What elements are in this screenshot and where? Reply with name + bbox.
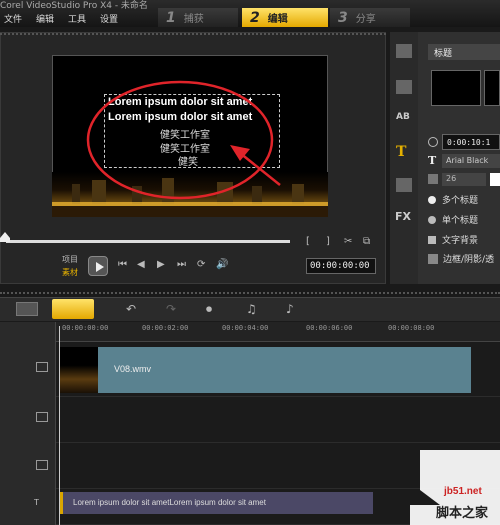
media-icon[interactable] bbox=[396, 44, 412, 58]
menu-edit[interactable]: 编辑 bbox=[36, 12, 54, 25]
category-select[interactable]: 标题 bbox=[428, 44, 500, 60]
menu-file[interactable]: 文件 bbox=[4, 12, 22, 25]
go-end-icon[interactable]: ⏭ bbox=[177, 259, 186, 270]
prev-frame-icon[interactable]: ◀ bbox=[137, 259, 145, 270]
overlay-track-icon[interactable] bbox=[36, 460, 48, 470]
checkbox-icon bbox=[428, 235, 436, 244]
scrub-handle-icon[interactable] bbox=[0, 232, 10, 242]
timeline-view-button[interactable] bbox=[52, 299, 94, 319]
graphic-icon[interactable] bbox=[396, 178, 412, 192]
mode-project[interactable]: 项目 bbox=[62, 254, 78, 265]
duration-field[interactable]: 0:00:10:1 bbox=[442, 134, 500, 150]
video-clip-thumb[interactable] bbox=[60, 347, 98, 393]
ruler-tick: 00:00:06:00 bbox=[306, 324, 353, 332]
timeline-grip[interactable] bbox=[0, 292, 500, 296]
auto-music-icon[interactable]: ♪ bbox=[286, 302, 294, 316]
mark-out-icon[interactable]: ] bbox=[326, 236, 330, 247]
font-size-select[interactable]: 26 bbox=[442, 173, 486, 186]
radio-icon bbox=[428, 215, 436, 224]
timecode-field[interactable]: 00:00:00:00 bbox=[306, 258, 376, 274]
repeat-icon[interactable]: ⟳ bbox=[197, 259, 205, 270]
panel-grip[interactable] bbox=[0, 33, 386, 37]
track-header-column bbox=[0, 322, 56, 525]
ruler-tick: 00:00:04:00 bbox=[222, 324, 269, 332]
transition-icon[interactable] bbox=[396, 80, 412, 94]
fx-icon[interactable]: FX bbox=[395, 210, 411, 223]
font-size-icon bbox=[428, 174, 438, 184]
overlay-track-icon[interactable] bbox=[36, 412, 48, 422]
tab-share[interactable]: 3 分享 bbox=[330, 8, 410, 27]
timeline-ruler[interactable]: 00:00:00:00 00:00:02:00 00:00:04:00 00:0… bbox=[56, 322, 500, 342]
go-start-icon[interactable]: ⏮ bbox=[118, 259, 127, 270]
ruler-tick: 00:00:08:00 bbox=[388, 324, 435, 332]
record-icon[interactable]: ⏺ bbox=[206, 302, 212, 317]
font-icon: T bbox=[428, 154, 437, 167]
font-select[interactable]: Arial Black bbox=[442, 154, 500, 168]
ruler-tick: 00:00:02:00 bbox=[142, 324, 189, 332]
title-track-icon[interactable]: T bbox=[34, 498, 39, 507]
volume-icon[interactable]: 🔊 bbox=[216, 259, 228, 270]
window-title: Corel VideoStudio Pro X4 - 未命名 bbox=[0, 1, 148, 11]
overlay-track[interactable] bbox=[56, 397, 500, 443]
mark-in-icon[interactable]: [ bbox=[306, 236, 310, 247]
radio-icon bbox=[428, 195, 436, 204]
border-icon bbox=[428, 253, 438, 264]
title-clip[interactable]: Lorem ipsum dolor sit ametLorem ipsum do… bbox=[60, 492, 373, 514]
tab-capture[interactable]: 1 捕获 bbox=[158, 8, 238, 27]
title-tool-icon[interactable]: T bbox=[396, 144, 406, 160]
redo-icon[interactable]: ↷ bbox=[166, 302, 176, 316]
radio-multi-title[interactable]: 多个标题 bbox=[428, 193, 478, 206]
menu-tools[interactable]: 工具 bbox=[68, 12, 86, 25]
mode-clip[interactable]: 素材 bbox=[62, 267, 78, 278]
watermark-text: 脚本之家 bbox=[436, 506, 489, 521]
title-preset-thumb-1[interactable] bbox=[431, 70, 481, 106]
playhead[interactable] bbox=[59, 326, 60, 525]
video-track-icon[interactable] bbox=[36, 362, 48, 372]
color-swatch[interactable] bbox=[490, 173, 500, 186]
cut-icon[interactable]: ✂ bbox=[344, 236, 352, 247]
play-icon bbox=[96, 262, 104, 272]
undo-icon[interactable]: ↶ bbox=[126, 302, 136, 316]
audio-mixer-icon[interactable]: ♫ bbox=[246, 302, 257, 316]
annotation-ellipse bbox=[86, 80, 281, 200]
watermark-url: jb51.net bbox=[444, 486, 482, 497]
enlarge-icon[interactable]: ⧉ bbox=[363, 236, 370, 247]
ruler-tick: 00:00:00:00 bbox=[62, 324, 109, 332]
next-frame-icon[interactable]: ▶ bbox=[157, 259, 165, 270]
storyboard-view-icon[interactable] bbox=[16, 302, 38, 316]
video-clip[interactable]: V08.wmv bbox=[98, 347, 471, 393]
checkbox-text-bg[interactable]: 文字背景 bbox=[428, 233, 478, 246]
tab-edit[interactable]: 2 编辑 bbox=[242, 8, 328, 27]
ab-icon[interactable]: AB bbox=[396, 112, 410, 122]
radio-single-title[interactable]: 单个标题 bbox=[428, 213, 478, 226]
border-shadow-button[interactable]: 边框/阴影/透 bbox=[428, 252, 494, 265]
scrub-bar[interactable] bbox=[6, 240, 290, 243]
menu-settings[interactable]: 设置 bbox=[100, 12, 118, 25]
title-preset-thumb-2[interactable] bbox=[484, 70, 500, 106]
play-button[interactable] bbox=[88, 256, 108, 276]
menu-bar: 文件 编辑 工具 设置 bbox=[4, 12, 118, 25]
clock-icon bbox=[428, 137, 438, 147]
